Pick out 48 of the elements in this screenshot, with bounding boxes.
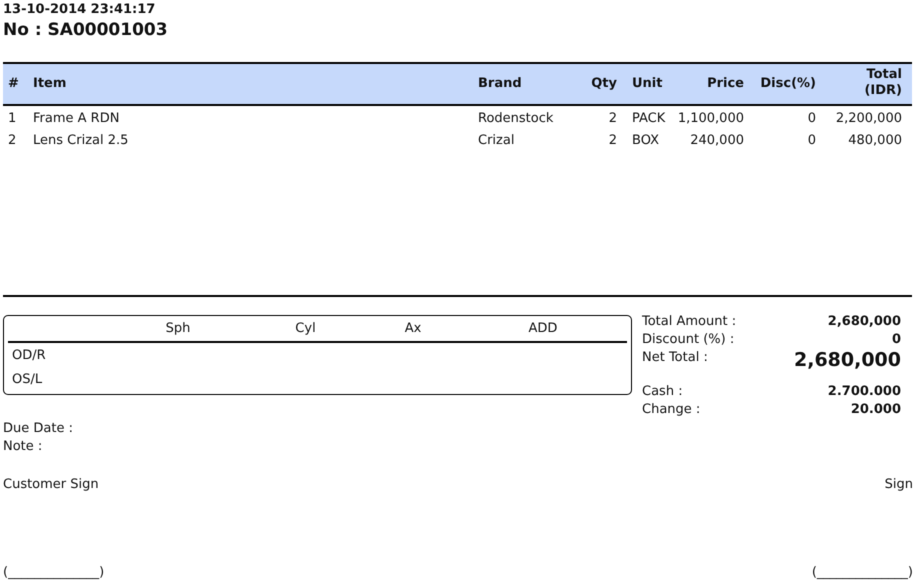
table-cell-text: 2 <box>608 132 617 150</box>
total-label: Change : <box>642 401 700 419</box>
table-cell-text: 0 <box>808 132 816 150</box>
row-label: OS/L <box>12 371 42 390</box>
total-value: 0 <box>892 331 901 349</box>
column-header: Cyl <box>295 320 316 336</box>
column-header: Qty <box>591 76 617 92</box>
column-header: Brand <box>478 76 522 92</box>
table-cell-text: Rodenstock <box>478 110 554 128</box>
table-cell-text: Crizal <box>478 132 514 150</box>
total-value: 2.700.000 <box>828 383 901 401</box>
table-cell-text: Frame A RDN <box>33 110 120 128</box>
table-cell-text: BOX <box>632 132 659 150</box>
signature-line: (______________) <box>812 564 913 582</box>
table-cell-text: Lens Crizal 2.5 <box>33 132 128 150</box>
column-header: Item <box>33 76 66 92</box>
column-header: Price <box>707 76 744 92</box>
receipt-number: No : SA00001003 <box>3 19 168 42</box>
table-cell-text: 240,000 <box>690 132 744 150</box>
table-cell-text: 480,000 <box>848 132 902 150</box>
table-cell-text: 1,100,000 <box>678 110 744 128</box>
signature-line: (______________) <box>3 564 104 582</box>
table-cell-text: 1 <box>8 110 16 128</box>
note-label: Due Date : <box>3 421 73 436</box>
column-header: Total (IDR) <box>863 67 902 100</box>
receipt-datetime: 13-10-2014 23:41:17 <box>3 2 156 18</box>
table-cell-text: 0 <box>808 110 816 128</box>
table-cell-text: 2,200,000 <box>836 110 902 128</box>
column-header: ADD <box>528 320 558 336</box>
note-label: Note : <box>3 439 42 454</box>
column-header: Disc(%) <box>760 76 816 92</box>
total-value: 2,680,000 <box>794 349 901 371</box>
total-label: Cash : <box>642 383 683 401</box>
total-label: Total Amount : <box>642 313 736 331</box>
total-value: 2,680,000 <box>828 313 901 331</box>
row-label: OD/R <box>12 347 46 366</box>
column-header: Sph <box>166 320 190 336</box>
column-header: Unit <box>632 76 662 92</box>
signature-label: Customer Sign <box>3 476 99 494</box>
column-header: Ax <box>404 320 422 336</box>
table-cell-text: PACK <box>632 110 666 128</box>
table-cell-text: 2 <box>8 132 16 150</box>
signature-label: Sign <box>884 476 913 494</box>
total-value: 20.000 <box>850 401 901 419</box>
column-header: # <box>8 76 19 92</box>
total-label: Net Total : <box>642 349 708 367</box>
table-cell-text: 2 <box>608 110 617 128</box>
total-label: Discount (%) : <box>642 331 734 349</box>
